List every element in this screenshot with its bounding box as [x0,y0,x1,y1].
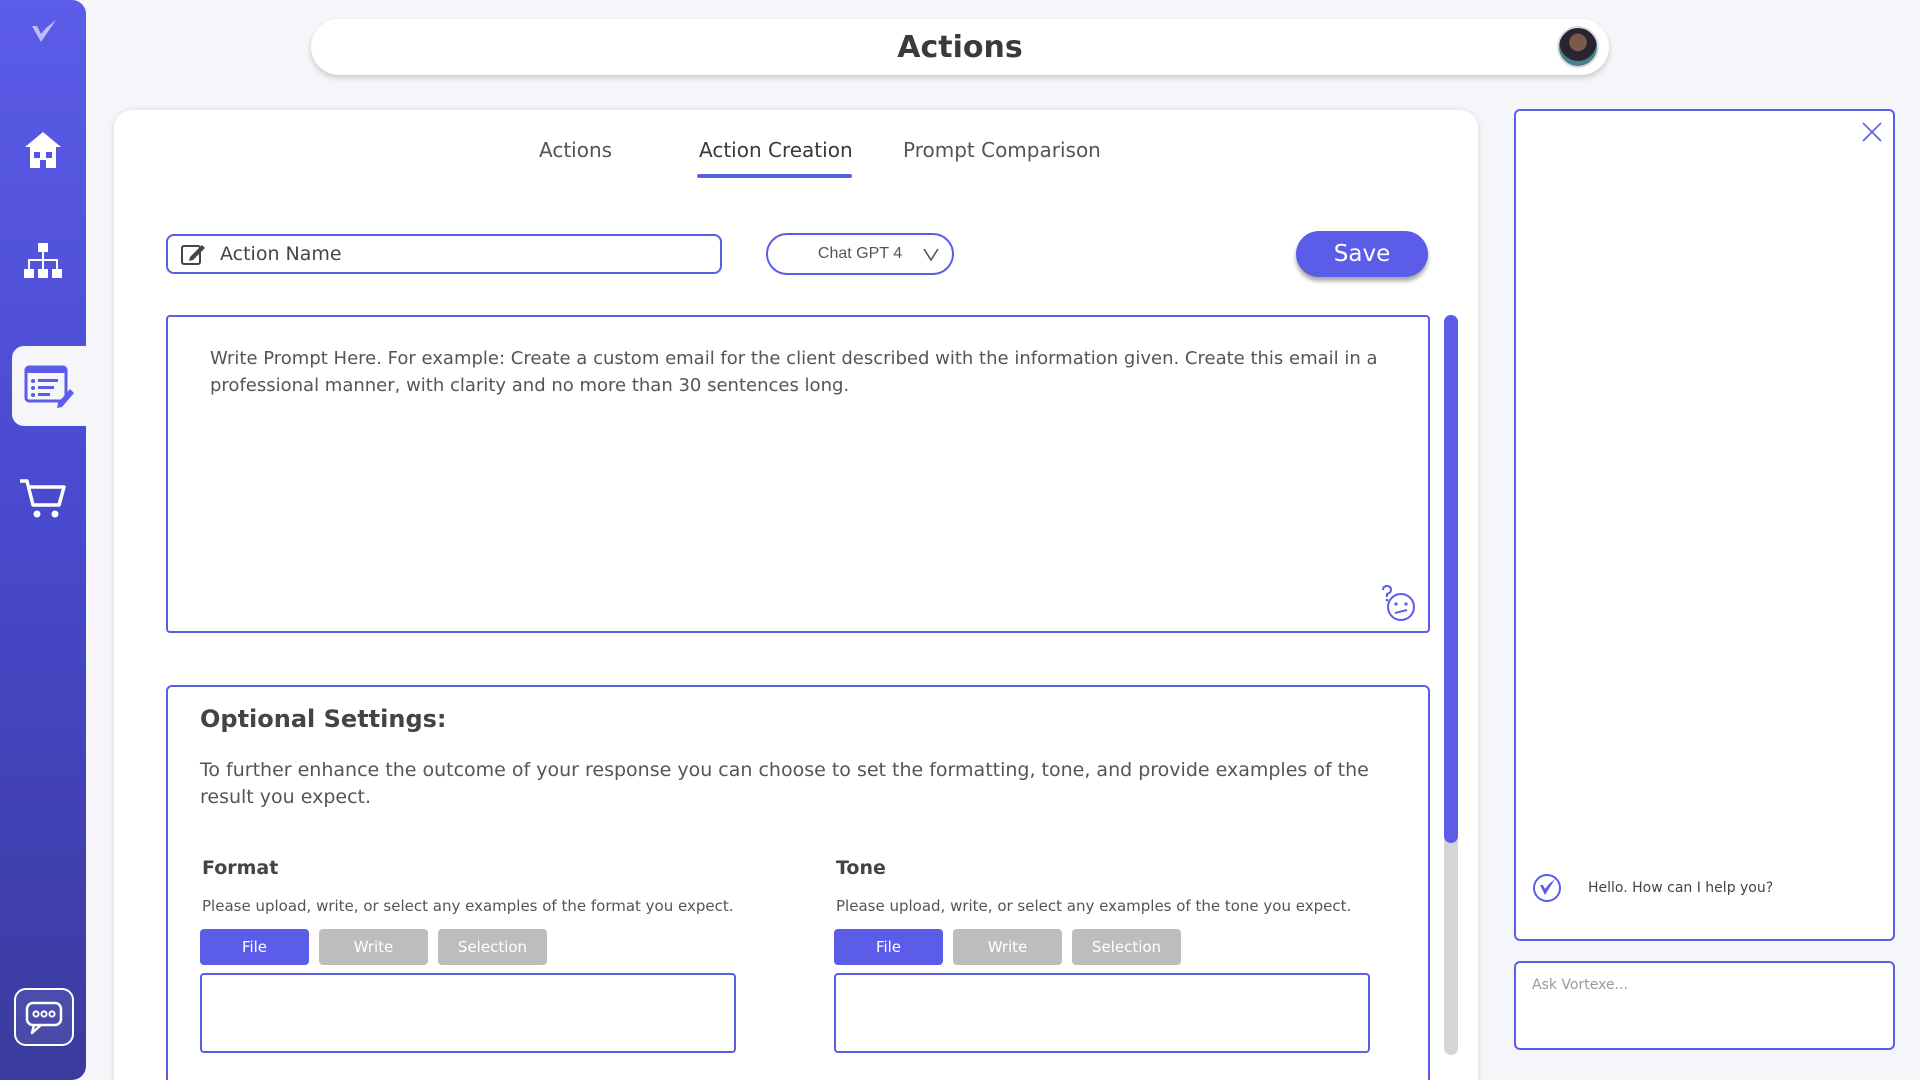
model-select-value: Chat GPT 4 [817,245,903,262]
chat-message-text: Hello. How can I help you? [1588,880,1774,896]
optional-settings: Optional Settings: To further enhance th… [166,685,1430,1080]
home-icon [25,132,61,168]
user-avatar[interactable] [1557,26,1599,68]
model-select[interactable]: Chat GPT 4 [766,233,954,275]
chat-input[interactable] [1514,961,1895,1050]
format-group: Format Please upload, write, or select a… [200,857,762,1053]
tone-group: Tone Please upload, write, or select any… [834,857,1396,1053]
cart-icon [20,479,66,518]
logo-icon [32,20,56,42]
format-title: Format [202,857,279,879]
sidebar-item-home[interactable] [0,110,86,190]
tab-actions[interactable]: Actions [539,138,612,162]
format-write-button[interactable]: Write [319,929,428,965]
sidebar-item-organization[interactable] [0,222,86,302]
tone-description: Please upload, write, or select any exam… [836,897,1352,915]
optional-settings-title: Optional Settings: [200,705,447,733]
scrollbar[interactable] [1444,315,1458,1055]
format-upload-area[interactable] [200,973,736,1053]
tab-prompt-comparison[interactable]: Prompt Comparison [903,138,1101,162]
optional-settings-description: To further enhance the outcome of your r… [200,759,1369,808]
active-tab-indicator [697,174,852,178]
tab-action-creation[interactable]: Action Creation [699,138,853,162]
prompt-editor[interactable]: Write Prompt Here. For example: Create a… [166,315,1430,633]
close-icon[interactable] [1861,121,1883,143]
org-chart-icon [24,243,62,278]
tab-bar: Actions Action Creation Prompt Compariso… [114,138,1478,178]
sidebar-item-cart[interactable] [0,458,86,538]
tone-source-tabs: File Write Selection [834,929,1396,965]
header-bar: Actions [311,19,1609,75]
sidebar [0,0,86,1080]
page-title: Actions [897,29,1023,65]
format-source-tabs: File Write Selection [200,929,762,965]
chevron-down-icon [923,248,939,262]
format-file-button[interactable]: File [200,929,309,965]
action-creation-card: Actions Action Creation Prompt Compariso… [114,110,1478,1080]
prompt-placeholder: Write Prompt Here. For example: Create a… [210,348,1378,396]
format-description: Please upload, write, or select any exam… [202,897,734,915]
actions-edit-icon [24,365,74,408]
tone-selection-button[interactable]: Selection [1072,929,1181,965]
assistant-chat-panel: Hello. How can I help you? [1514,109,1895,941]
save-button[interactable]: Save [1296,231,1428,277]
chat-bubble-icon [25,1001,63,1035]
chat-toggle-button[interactable] [14,988,74,1046]
tone-file-button[interactable]: File [834,929,943,965]
assistant-avatar-icon [1533,874,1561,902]
tone-write-button[interactable]: Write [953,929,1062,965]
chat-message: Hello. How can I help you? [1532,873,1773,903]
scrollbar-thumb[interactable] [1444,315,1458,843]
action-name-field[interactable] [166,234,722,274]
sidebar-item-actions[interactable] [12,346,86,426]
format-selection-button[interactable]: Selection [438,929,547,965]
action-name-input[interactable] [220,243,700,265]
edit-icon [181,245,205,265]
prompt-helper-icon[interactable] [1380,585,1418,623]
tone-upload-area[interactable] [834,973,1370,1053]
tone-title: Tone [836,857,886,879]
